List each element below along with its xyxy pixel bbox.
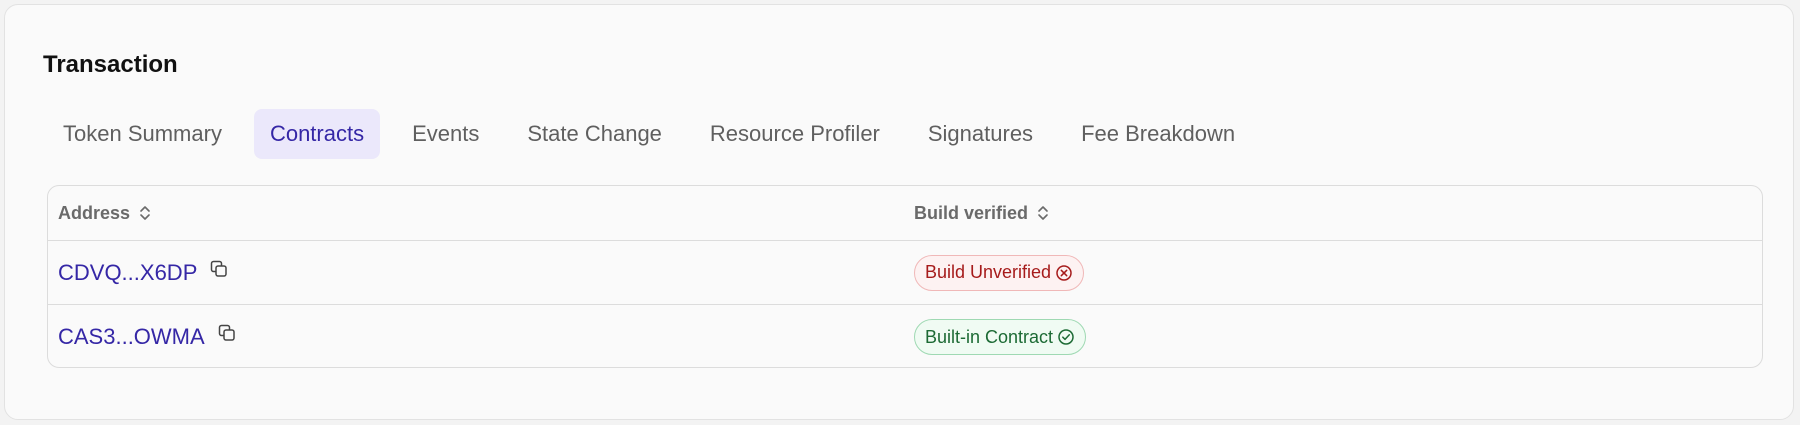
- status-badge-builtin: Built-in Contract: [914, 319, 1087, 355]
- x-circle-icon: [1056, 264, 1072, 281]
- tab-contracts[interactable]: Contracts: [253, 109, 381, 159]
- contract-address-link[interactable]: CDVQ...X6DP: [58, 260, 197, 286]
- contracts-table: Address Build verified CDVQ...X6DP Build…: [47, 185, 1763, 368]
- tab-bar: Token Summary Contracts Events State Cha…: [47, 109, 1251, 159]
- copy-icon[interactable]: [217, 323, 237, 343]
- address-column-header[interactable]: Address: [58, 186, 152, 240]
- tab-token-summary[interactable]: Token Summary: [47, 109, 238, 159]
- sort-icon[interactable]: [138, 203, 152, 223]
- address-cell: CDVQ...X6DP: [58, 241, 229, 304]
- table-row: CDVQ...X6DP Build Unverified: [48, 241, 1762, 305]
- table-row: CAS3...OWMA Built-in Contract: [48, 305, 1762, 367]
- table-header-row: Address Build verified: [48, 186, 1762, 241]
- tab-fee-breakdown[interactable]: Fee Breakdown: [1065, 109, 1251, 159]
- address-cell: CAS3...OWMA: [58, 305, 237, 367]
- status-badge-label: Build Unverified: [925, 262, 1052, 282]
- tab-state-change[interactable]: State Change: [511, 109, 678, 159]
- sort-icon[interactable]: [1036, 203, 1050, 223]
- tab-resource-profiler[interactable]: Resource Profiler: [694, 109, 896, 159]
- transaction-card: Transaction Token Summary Contracts Even…: [4, 4, 1794, 420]
- tab-signatures[interactable]: Signatures: [912, 109, 1049, 159]
- check-circle-icon: [1058, 329, 1074, 345]
- copy-icon[interactable]: [209, 259, 229, 279]
- status-badge-unverified: Build Unverified: [914, 254, 1085, 291]
- card-title: Transaction: [43, 51, 178, 78]
- contract-address-link[interactable]: CAS3...OWMA: [58, 324, 205, 350]
- address-header-label: Address: [58, 202, 131, 223]
- tab-events[interactable]: Events: [396, 109, 495, 159]
- build-status-cell: Built-in Contract: [914, 305, 1087, 367]
- build-verified-header-label: Build verified: [914, 202, 1029, 223]
- build-status-cell: Build Unverified: [914, 241, 1085, 304]
- build-verified-column-header[interactable]: Build verified: [914, 186, 1050, 240]
- status-badge-label: Built-in Contract: [925, 326, 1054, 347]
